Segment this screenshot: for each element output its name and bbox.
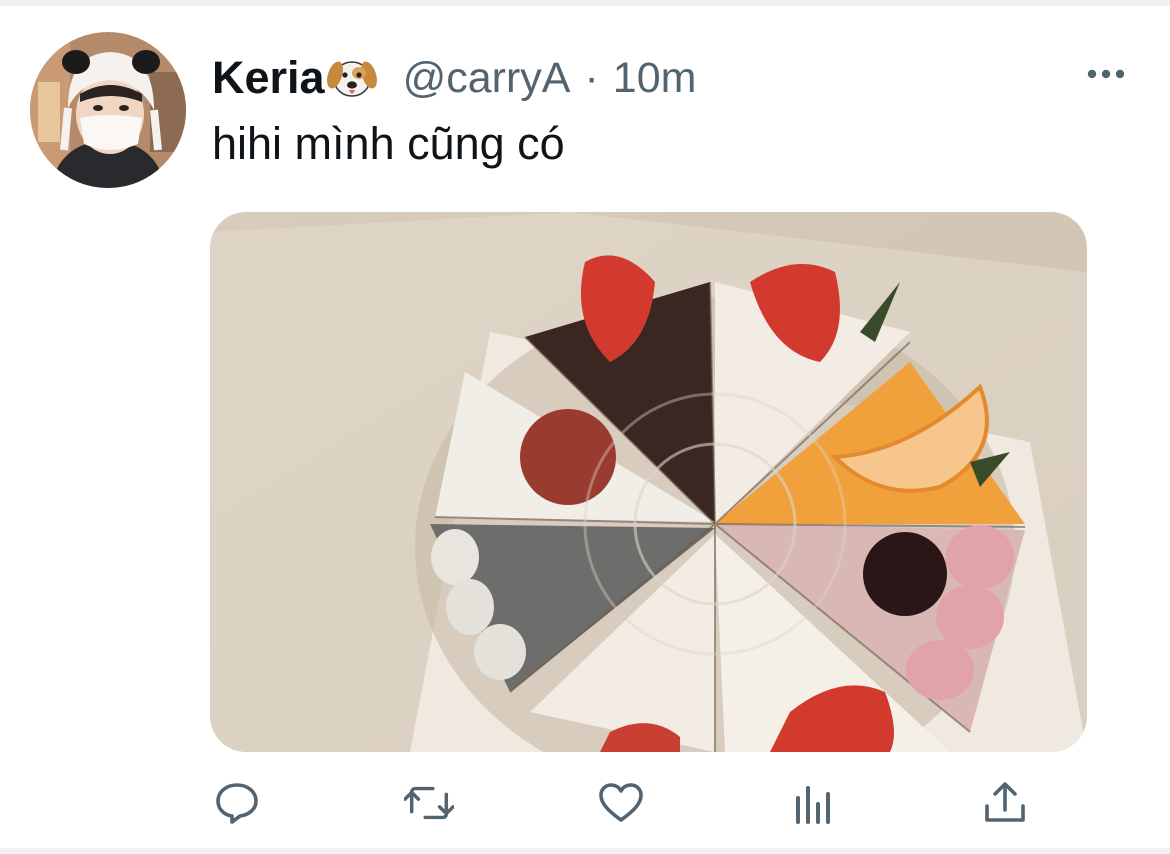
tweet-text: hihi mình cũng có [212,118,565,169]
reply-icon [216,783,258,824]
heart-icon [599,783,643,822]
tweet-card[interactable]: Keria @carryA · 10m hihi mình cũng có [0,0,1170,854]
retweet-button[interactable] [404,778,454,828]
top-divider [0,0,1170,6]
user-handle[interactable]: @carryA [403,54,571,103]
like-button[interactable] [596,778,646,828]
share-button[interactable] [980,778,1030,828]
avatar[interactable] [30,32,186,188]
bottom-divider [0,848,1170,854]
more-horizontal-icon [1087,69,1125,79]
separator-dot: · [584,53,599,102]
dog-face-icon [326,55,377,101]
timestamp[interactable]: 10m [613,54,697,103]
display-name[interactable]: Keria [212,52,325,104]
views-icon [796,786,830,824]
views-button[interactable] [788,778,838,828]
more-options-button[interactable] [1082,60,1130,88]
reply-button[interactable] [212,778,262,828]
retweet-icon [404,786,454,820]
share-icon [985,782,1025,822]
tweet-header: Keria @carryA · 10m [212,50,696,106]
tweet-photo[interactable] [210,212,1087,752]
